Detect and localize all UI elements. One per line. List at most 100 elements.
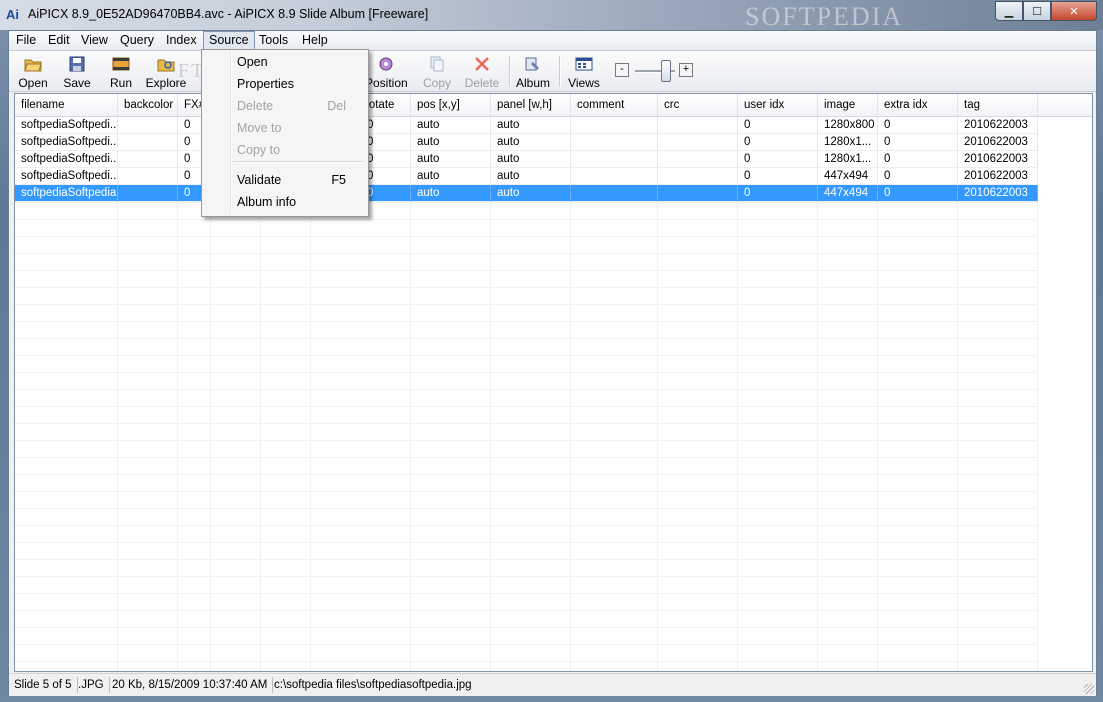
delete-button[interactable]: Delete bbox=[463, 53, 501, 90]
table-cell[interactable]: 2010622003 bbox=[958, 185, 1038, 202]
table-cell[interactable]: softpediaSoftpedi... bbox=[15, 117, 118, 134]
table-cell[interactable]: 447x494 bbox=[818, 185, 878, 202]
album-button[interactable]: Album bbox=[515, 53, 551, 90]
table-cell[interactable]: auto bbox=[411, 117, 491, 134]
menu-help[interactable]: Help bbox=[297, 32, 333, 49]
column-header-extra-idx[interactable]: extra idx bbox=[878, 94, 958, 116]
table-cell[interactable]: auto bbox=[491, 168, 571, 185]
table-cell[interactable] bbox=[658, 151, 738, 168]
table-cell[interactable]: 0 bbox=[738, 134, 818, 151]
views-button[interactable]: Views bbox=[565, 53, 603, 90]
table-row[interactable]: softpediaSoftpedi... 0 0 auto auto 0 1280x800 0… bbox=[15, 117, 1092, 134]
table-cell[interactable]: 0 bbox=[878, 168, 958, 185]
table-cell[interactable]: 1280x1... bbox=[818, 134, 878, 151]
column-header-filename[interactable]: filename bbox=[15, 94, 118, 116]
source-menu-properties[interactable]: Properties bbox=[204, 74, 364, 95]
source-menu-move-to[interactable]: Move to bbox=[204, 118, 364, 139]
maximize-button[interactable]: ☐ bbox=[1023, 1, 1051, 21]
save-button[interactable]: Save bbox=[59, 53, 95, 90]
table-cell[interactable] bbox=[118, 168, 178, 185]
column-header-pos[interactable]: pos [x,y] bbox=[411, 94, 491, 116]
table-cell[interactable] bbox=[118, 117, 178, 134]
table-cell[interactable]: 0 bbox=[738, 117, 818, 134]
table-cell[interactable]: 2010622003 bbox=[958, 168, 1038, 185]
table-cell[interactable] bbox=[571, 151, 658, 168]
table-cell[interactable]: 2010622003 bbox=[958, 117, 1038, 134]
table-cell[interactable]: auto bbox=[491, 134, 571, 151]
table-cell[interactable]: 1280x800 bbox=[818, 117, 878, 134]
source-menu-delete[interactable]: Delete Del bbox=[204, 96, 364, 117]
source-menu-album-info[interactable]: Album info bbox=[204, 192, 364, 213]
table-cell[interactable]: auto bbox=[411, 185, 491, 202]
table-cell[interactable]: auto bbox=[411, 168, 491, 185]
table-cell[interactable]: 0 bbox=[738, 168, 818, 185]
zoom-in-button[interactable]: + bbox=[679, 63, 693, 77]
toolbar-separator bbox=[509, 56, 511, 86]
table-cell[interactable]: auto bbox=[411, 134, 491, 151]
menu-separator bbox=[233, 161, 363, 163]
table-cell[interactable] bbox=[658, 117, 738, 134]
column-header-backcolor[interactable]: backcolor bbox=[118, 94, 178, 116]
column-header-image[interactable]: image bbox=[818, 94, 878, 116]
resize-grip[interactable] bbox=[1084, 684, 1094, 694]
table-cell[interactable] bbox=[118, 185, 178, 202]
table-cell[interactable] bbox=[658, 185, 738, 202]
table-cell[interactable]: softpediaSoftpedia bbox=[15, 185, 118, 202]
open-button[interactable]: Open bbox=[15, 53, 51, 90]
table-cell[interactable]: 2010622003 bbox=[958, 151, 1038, 168]
table-row[interactable]: softpediaSoftpedia 0 0 auto auto 0 447x494 0 201… bbox=[15, 185, 1092, 202]
menu-source[interactable]: Source bbox=[203, 31, 255, 50]
source-menu-copy-to[interactable]: Copy to bbox=[204, 140, 364, 161]
table-cell[interactable]: 0 bbox=[878, 185, 958, 202]
column-header-comment[interactable]: comment bbox=[571, 94, 658, 116]
menu-query[interactable]: Query bbox=[115, 32, 159, 49]
table-cell[interactable]: auto bbox=[491, 151, 571, 168]
table-cell[interactable]: 0 bbox=[878, 117, 958, 134]
run-button[interactable]: Run bbox=[103, 53, 139, 90]
close-button[interactable]: ✕ bbox=[1051, 1, 1097, 21]
column-header-crc[interactable]: crc bbox=[658, 94, 738, 116]
table-cell[interactable] bbox=[118, 151, 178, 168]
table-cell[interactable]: 0 bbox=[878, 134, 958, 151]
app-icon[interactable]: Ai bbox=[6, 6, 24, 24]
title-bar[interactable]: Ai AiPICX 8.9_0E52AD96470BB4.avc - AiPIC… bbox=[0, 0, 1103, 31]
table-cell[interactable] bbox=[658, 168, 738, 185]
slide-grid[interactable]: filename backcolor FX# rotate pos [x,y] … bbox=[14, 93, 1093, 672]
table-cell[interactable] bbox=[571, 117, 658, 134]
table-cell[interactable]: 0 bbox=[878, 151, 958, 168]
table-cell[interactable]: 0 bbox=[738, 151, 818, 168]
table-cell[interactable]: auto bbox=[491, 185, 571, 202]
table-row[interactable]: softpediaSoftpedi... 0 0 auto auto 0 1280x1...… bbox=[15, 134, 1092, 151]
table-cell[interactable]: auto bbox=[491, 117, 571, 134]
table-cell[interactable]: 447x494 bbox=[818, 168, 878, 185]
table-cell[interactable]: auto bbox=[411, 151, 491, 168]
table-cell[interactable]: 0 bbox=[738, 185, 818, 202]
menu-view[interactable]: View bbox=[76, 32, 113, 49]
menu-file[interactable]: File bbox=[11, 32, 41, 49]
table-cell[interactable] bbox=[658, 134, 738, 151]
column-header-tag[interactable]: tag bbox=[958, 94, 1038, 116]
position-button[interactable]: Position bbox=[365, 53, 408, 90]
table-cell[interactable] bbox=[118, 134, 178, 151]
menu-tools[interactable]: Tools bbox=[254, 32, 293, 49]
table-row[interactable]: softpediaSoftpedi... 0 0 auto auto 0 1280x1...… bbox=[15, 151, 1092, 168]
zoom-out-button[interactable]: - bbox=[615, 63, 629, 77]
table-row[interactable]: softpediaSoftpedi... 0 0 auto auto 0 447x494 0 2… bbox=[15, 168, 1092, 185]
table-cell[interactable]: softpediaSoftpedi... bbox=[15, 151, 118, 168]
zoom-slider-thumb[interactable] bbox=[661, 60, 671, 82]
menu-edit[interactable]: Edit bbox=[43, 32, 75, 49]
copy-button[interactable]: Copy bbox=[419, 53, 455, 90]
column-header-panel[interactable]: panel [w,h] bbox=[491, 94, 571, 116]
table-cell[interactable] bbox=[571, 185, 658, 202]
source-menu-open[interactable]: Open bbox=[204, 52, 364, 73]
column-header-user-idx[interactable]: user idx bbox=[738, 94, 818, 116]
table-cell[interactable]: softpediaSoftpedi... bbox=[15, 134, 118, 151]
table-cell[interactable]: softpediaSoftpedi... bbox=[15, 168, 118, 185]
table-cell[interactable] bbox=[571, 134, 658, 151]
minimize-button[interactable]: ▁ bbox=[995, 1, 1023, 21]
table-cell[interactable]: 1280x1... bbox=[818, 151, 878, 168]
table-cell[interactable] bbox=[571, 168, 658, 185]
source-menu-validate[interactable]: Validate F5 bbox=[204, 170, 364, 191]
table-cell[interactable]: 2010622003 bbox=[958, 134, 1038, 151]
menu-index[interactable]: Index bbox=[161, 32, 202, 49]
